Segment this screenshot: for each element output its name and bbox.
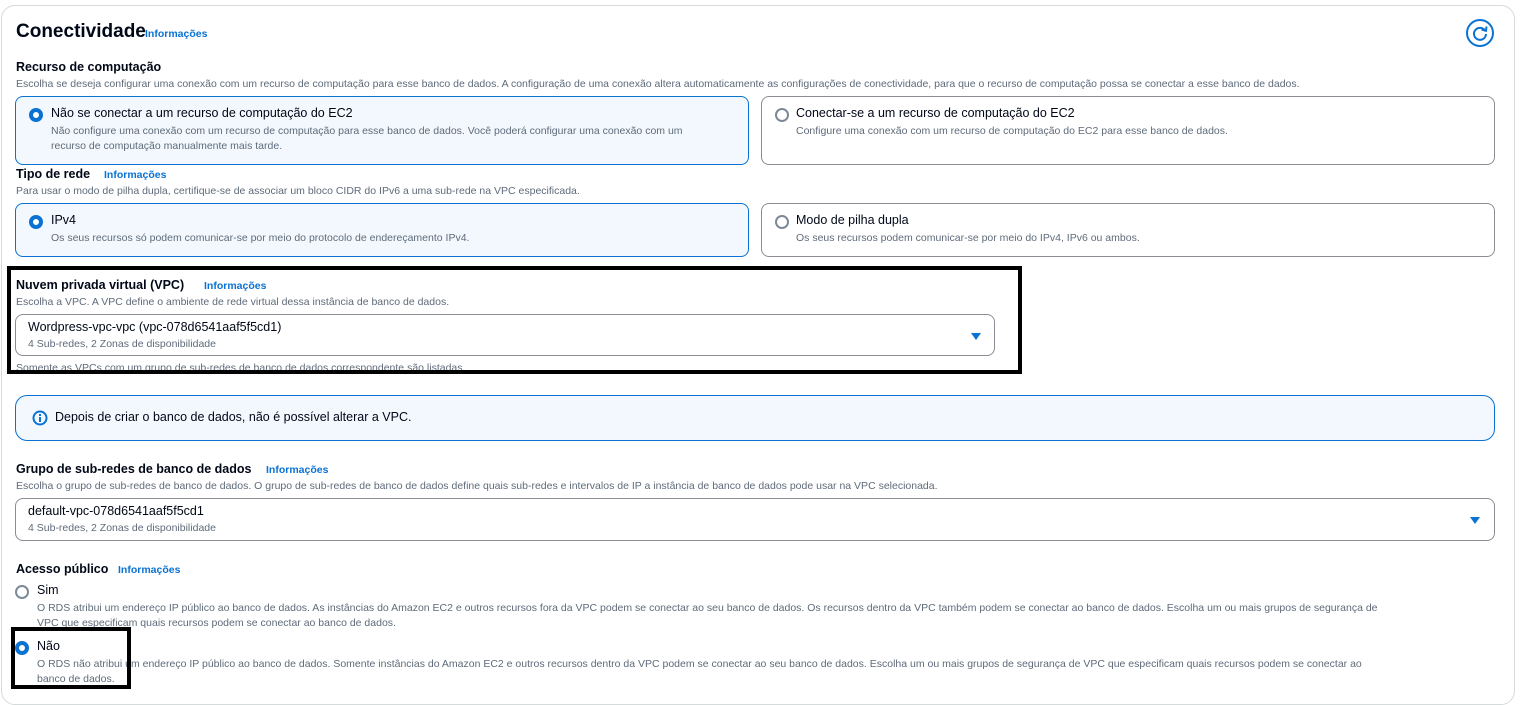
info-alert: Depois de criar o banco de dados, não é … (15, 395, 1495, 441)
public-access-option-no[interactable]: Não O RDS não atribui um endereço IP púb… (14, 638, 1494, 688)
network-option-ipv4-title: IPv4 (51, 213, 77, 227)
public-access-label: Acesso público (16, 562, 109, 576)
chevron-down-icon (1470, 517, 1480, 524)
public-access-yes-desc: O RDS atribui um endereço IP público ao … (37, 602, 1378, 629)
section-title: Conectividade (16, 21, 146, 42)
section-info-link[interactable]: Informações (145, 28, 207, 40)
network-option-ipv4[interactable]: IPv4 Os seus recursos só podem comunicar… (15, 203, 749, 257)
network-option-dual[interactable]: Modo de pilha dupla Os seus recursos pod… (761, 203, 1495, 257)
subnet-group-info-link[interactable]: Informações (266, 464, 328, 476)
network-label: Tipo de rede (16, 167, 91, 181)
compute-option-none-desc: Não configure uma conexão com um recurso… (51, 125, 683, 152)
compute-label: Recurso de computação (16, 60, 162, 74)
subnet-group-select[interactable]: default-vpc-078d6541aaf5f5cd1 4 Sub-rede… (15, 498, 1495, 541)
network-description: Para usar o modo de pilha dupla, certifi… (16, 185, 580, 197)
refresh-button[interactable] (1466, 19, 1494, 47)
compute-option-connect-desc: Configure uma conexão com um recurso de … (796, 125, 1228, 137)
public-access-no-desc: O RDS não atribui um endereço IP público… (37, 658, 1362, 685)
public-access-info-link[interactable]: Informações (118, 564, 180, 576)
subnet-group-description: Escolha o grupo de sub-redes de banco de… (16, 480, 938, 492)
compute-description: Escolha se deseja configurar uma conexão… (16, 78, 1300, 90)
public-access-yes-title: Sim (37, 583, 59, 597)
compute-option-none-radio[interactable] (29, 108, 43, 122)
network-option-dual-title: Modo de pilha dupla (796, 213, 909, 227)
subnet-group-select-value: default-vpc-078d6541aaf5f5cd1 (28, 504, 204, 518)
info-alert-text: Depois de criar o banco de dados, não é … (55, 410, 412, 424)
compute-option-none[interactable]: Não se conectar a um recurso de computaç… (15, 96, 749, 165)
compute-option-connect[interactable]: Conectar-se a um recurso de computação d… (761, 96, 1495, 165)
refresh-icon (1473, 26, 1488, 41)
public-access-yes-radio[interactable] (15, 585, 29, 599)
subnet-group-select-sub: 4 Sub-redes, 2 Zonas de disponibilidade (28, 522, 216, 534)
highlight-box-no (11, 627, 131, 689)
network-info-link[interactable]: Informações (104, 169, 166, 181)
network-option-ipv4-radio[interactable] (29, 215, 43, 229)
network-option-dual-desc: Os seus recursos podem comunicar-se por … (796, 232, 1140, 244)
public-access-option-yes[interactable]: Sim O RDS atribui um endereço IP público… (14, 582, 1494, 632)
subnet-group-label: Grupo de sub-redes de banco de dados (16, 462, 252, 476)
network-option-dual-radio[interactable] (775, 215, 789, 229)
network-option-ipv4-desc: Os seus recursos só podem comunicar-se p… (51, 232, 470, 244)
highlight-box-vpc (7, 266, 1022, 374)
compute-option-connect-title: Conectar-se a um recurso de computação d… (796, 106, 1075, 120)
info-icon (32, 410, 48, 426)
compute-option-connect-radio[interactable] (775, 108, 789, 122)
compute-option-none-title: Não se conectar a um recurso de computaç… (51, 106, 353, 120)
